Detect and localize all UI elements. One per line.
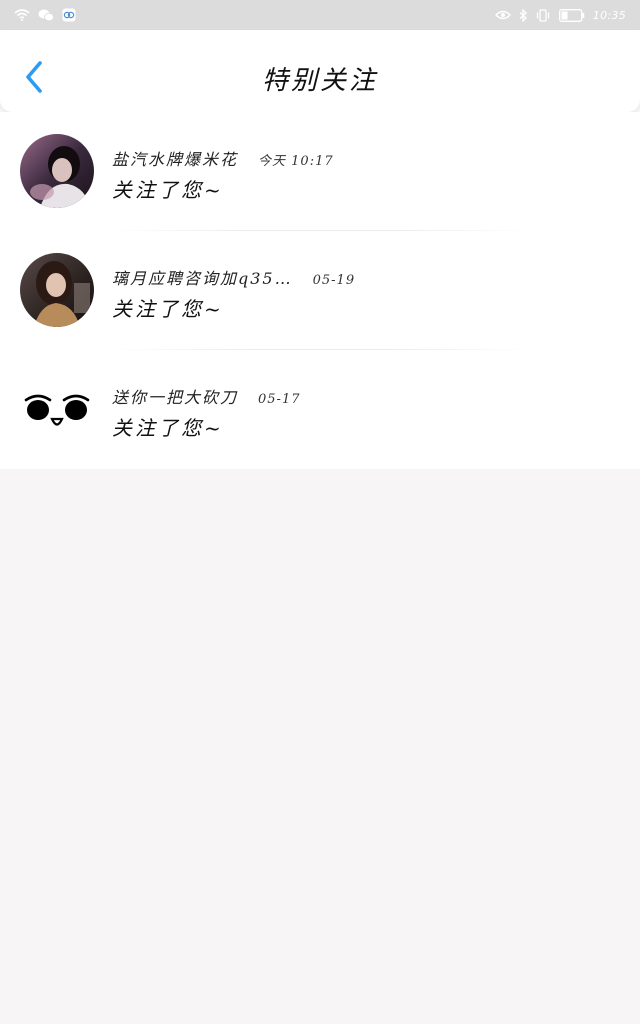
eye-icon (494, 10, 511, 20)
item-message: 关注了您~ (112, 297, 224, 321)
status-right: 10:35 (494, 8, 626, 22)
follow-list: 盐汽水牌爆米花 今天 10:17 关注了您~ 璃月应聘咨询加q35… 05-19… (0, 112, 640, 469)
battery-icon (558, 8, 585, 22)
list-item[interactable]: 璃月应聘咨询加q35… 05-19 关注了您~ (0, 231, 640, 350)
status-time: 10:35 (592, 8, 626, 22)
item-name[interactable]: 送你一把大砍刀 (112, 384, 238, 408)
vibrate-icon (535, 8, 551, 22)
item-name[interactable]: 璃月应聘咨询加q35… (112, 265, 293, 289)
avatar[interactable] (20, 253, 94, 327)
item-time: 今天 10:17 (258, 154, 334, 169)
item-name-row: 盐汽水牌爆米花 今天 10:17 (112, 146, 334, 170)
status-bar: 10:35 (0, 0, 640, 30)
bluetooth-icon (519, 8, 527, 22)
item-time: 05-19 (312, 273, 356, 288)
list-item[interactable]: 送你一把大砍刀 05-17 关注了您~ (0, 350, 640, 469)
wechat-icon (38, 9, 54, 22)
avatar[interactable] (20, 134, 94, 208)
item-message: 关注了您~ (112, 416, 224, 440)
item-name-row: 璃月应聘咨询加q35… 05-19 (112, 265, 355, 289)
wifi-icon (14, 9, 30, 21)
app-notification-icon (62, 8, 76, 22)
item-name-row: 送你一把大砍刀 05-17 (112, 384, 301, 408)
face-avatar-icon (20, 372, 94, 446)
avatar[interactable] (20, 372, 94, 446)
nav-bar: 特别关注 (0, 30, 640, 112)
status-left (14, 8, 76, 22)
item-time: 05-17 (258, 392, 301, 407)
item-name[interactable]: 盐汽水牌爆米花 (112, 146, 238, 170)
item-message: 关注了您~ (112, 178, 224, 202)
list-item[interactable]: 盐汽水牌爆米花 今天 10:17 关注了您~ (0, 112, 640, 231)
page-title: 特别关注 (261, 66, 378, 96)
